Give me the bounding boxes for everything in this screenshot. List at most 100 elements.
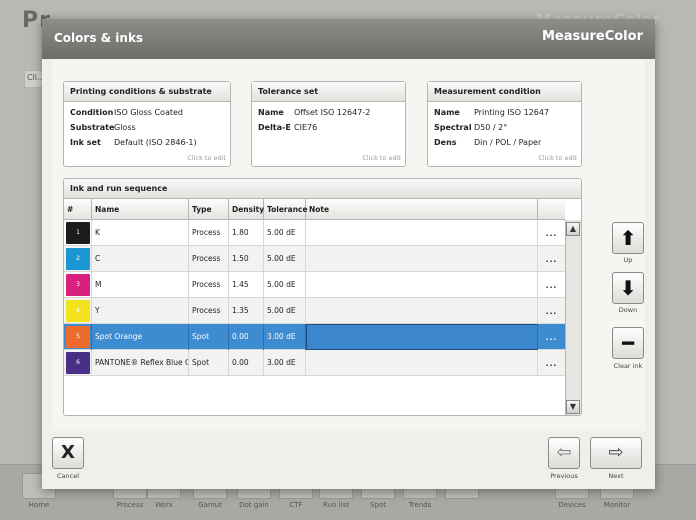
more-options-button[interactable]: ... xyxy=(538,350,565,376)
clear-ink-label: Clear ink xyxy=(613,362,643,370)
row-value: D50 / 2° xyxy=(474,123,508,132)
arrow-right-icon: ⇨ xyxy=(608,442,624,463)
more-options-button[interactable]: ... xyxy=(538,246,565,272)
ink-swatch-cell: 5 xyxy=(64,324,92,350)
column-header-type[interactable]: Type xyxy=(189,199,229,220)
arrow-up-icon: ⬆ xyxy=(619,226,637,250)
move-down-button[interactable]: ⬇ xyxy=(612,272,644,304)
click-to-edit-hint: Click to edit xyxy=(362,154,401,162)
printing-conditions-card[interactable]: Printing conditions & substrate Conditio… xyxy=(63,81,231,167)
cell-density: 1.50 xyxy=(229,246,264,272)
cell-name: PANTONE® Reflex Blue C xyxy=(92,350,189,376)
cell-type: Process xyxy=(189,298,229,324)
background-tab-label: Devices xyxy=(558,501,586,509)
column-header-number[interactable]: # xyxy=(64,199,92,220)
cell-density: 1.80 xyxy=(229,220,264,246)
background-tab-label: Monitor xyxy=(603,501,631,509)
click-to-edit-hint: Click to edit xyxy=(187,154,226,162)
more-options-button[interactable]: ... xyxy=(538,272,565,298)
row-key: Substrate xyxy=(70,123,115,132)
cell-density: 0.00 xyxy=(229,350,264,376)
cell-tolerance: 5.00 dE xyxy=(264,298,306,324)
cell-note[interactable] xyxy=(306,246,538,272)
row-key: Dens xyxy=(434,138,457,147)
row-key: Name xyxy=(434,108,460,117)
cell-tolerance: 5.00 dE xyxy=(264,272,306,298)
row-value: CIE76 xyxy=(294,123,318,132)
table-row[interactable]: 6 PANTONE® Reflex Blue C Spot 0.00 3.00 dE..… xyxy=(64,350,565,376)
table-row[interactable]: 2 C Process 1.50 5.00 dE... xyxy=(64,246,565,272)
row-key: Ink set xyxy=(70,138,101,147)
table-row[interactable]: 3 M Process 1.45 5.00 dE... xyxy=(64,272,565,298)
ink-swatch-cell: 6 xyxy=(64,350,92,376)
card-header: Measurement condition xyxy=(428,82,581,102)
table-row[interactable]: 4 Y Process 1.35 5.00 dE... xyxy=(64,298,565,324)
table-header: # Name Type Density Tolerance Note xyxy=(64,199,565,220)
row-value: Din / POL / Paper xyxy=(474,138,542,147)
ink-color-swatch: 1 xyxy=(66,222,90,244)
previous-button[interactable]: ⇦ xyxy=(548,437,580,469)
previous-label: Previous xyxy=(550,472,578,480)
table-scrollbar[interactable] xyxy=(565,220,581,415)
delta-e-row: Delta-E CIE76 xyxy=(252,120,405,135)
more-options-button[interactable]: ... xyxy=(538,220,565,246)
row-key: Delta-E xyxy=(258,123,291,132)
cell-note[interactable] xyxy=(306,220,538,246)
cancel-label: Cancel xyxy=(56,472,80,480)
move-up-button[interactable]: ⬆ xyxy=(612,222,644,254)
background-tab-label: Dot gain xyxy=(239,501,269,509)
column-header-tolerance[interactable]: Tolerance xyxy=(264,199,308,220)
more-options-button[interactable]: ... xyxy=(538,324,565,350)
row-value: Default (ISO 2846-1) xyxy=(114,138,197,147)
row-value: Offset ISO 12647-2 xyxy=(294,108,371,117)
clear-ink-button[interactable]: ━ xyxy=(612,327,644,359)
ink-color-swatch: 4 xyxy=(66,300,90,322)
name-row: Name Printing ISO 12647 xyxy=(428,105,581,120)
minus-icon: ━ xyxy=(621,331,635,355)
tolerance-set-card[interactable]: Tolerance set Name Offset ISO 12647-2 Del… xyxy=(251,81,406,167)
table-row[interactable]: 1 K Process 1.80 5.00 dE... xyxy=(64,220,565,246)
scroll-up-arrow-icon[interactable]: ▲ xyxy=(566,222,580,236)
table-row[interactable]: 5 Spot Orange Spot 0.00 3.00 dE... xyxy=(64,324,565,350)
row-value: Gloss xyxy=(114,123,136,132)
spectral-row: Spectral D50 / 2° xyxy=(428,120,581,135)
scroll-down-arrow-icon[interactable]: ▼ xyxy=(566,400,580,414)
cell-name: K xyxy=(92,220,189,246)
ink-color-swatch: 2 xyxy=(66,248,90,270)
ink-color-swatch: 5 xyxy=(66,326,90,348)
cell-density: 0.00 xyxy=(229,324,264,350)
cell-note[interactable] xyxy=(306,298,538,324)
next-button[interactable]: ⇨ xyxy=(590,437,642,469)
column-header-note[interactable]: Note xyxy=(306,199,538,220)
row-key: Condition xyxy=(70,108,114,117)
more-options-button[interactable]: ... xyxy=(538,298,565,324)
cell-density: 1.45 xyxy=(229,272,264,298)
cell-type: Process xyxy=(189,220,229,246)
cell-note[interactable] xyxy=(306,350,538,376)
cell-tolerance: 5.00 dE xyxy=(264,220,306,246)
table-caption: Ink and run sequence xyxy=(64,179,581,199)
cell-note[interactable] xyxy=(306,272,538,298)
name-row: Name Offset ISO 12647-2 xyxy=(252,105,405,120)
dialog-content: Printing conditions & substrate Conditio… xyxy=(52,59,645,431)
cell-type: Spot xyxy=(189,324,229,350)
cell-name: Spot Orange xyxy=(92,324,189,350)
dens-row: Dens Din / POL / Paper xyxy=(428,135,581,150)
background-tab-label: Run list xyxy=(323,501,349,509)
measurement-condition-card[interactable]: Measurement condition Name Printing ISO 1… xyxy=(427,81,582,167)
dialog-brand-logo: MeasureColor xyxy=(541,29,643,44)
background-tab-label: Gamut xyxy=(198,501,222,509)
condition-row: Condition ISO Gloss Coated xyxy=(64,105,230,120)
cell-note[interactable] xyxy=(306,324,538,350)
column-header-density[interactable]: Density xyxy=(229,199,264,220)
background-tab-label: CTF xyxy=(289,501,303,509)
cancel-button[interactable]: X xyxy=(52,437,84,469)
dialog-title: Colors & inks xyxy=(54,31,144,45)
cell-name: Y xyxy=(92,298,189,324)
move-up-label: Up xyxy=(623,256,633,264)
ink-color-swatch: 6 xyxy=(66,352,90,374)
ink-color-swatch: 3 xyxy=(66,274,90,296)
dialog-header: Colors & inks MeasureColor xyxy=(42,19,655,59)
column-header-name[interactable]: Name xyxy=(92,199,189,220)
ink-swatch-cell: 4 xyxy=(64,298,92,324)
